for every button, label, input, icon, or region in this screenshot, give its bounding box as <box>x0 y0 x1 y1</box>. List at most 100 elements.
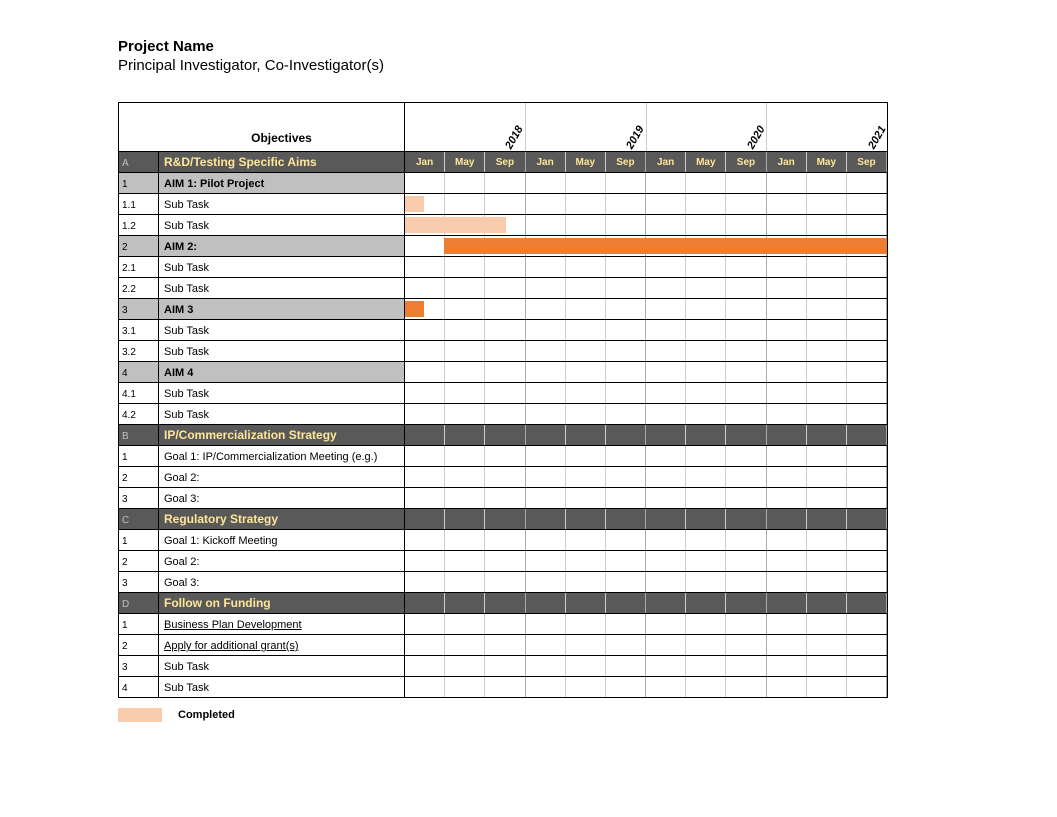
month-cell <box>526 383 566 403</box>
header-years-row: Objectives2018201920202021 <box>119 103 887 151</box>
month-cell <box>726 509 766 529</box>
month-cell <box>686 173 726 193</box>
month-cell <box>445 488 485 508</box>
month-cell <box>646 677 686 697</box>
month-cell <box>566 509 606 529</box>
month-cell <box>405 467 445 487</box>
month-cell <box>405 593 445 613</box>
objectives-header: Objectives <box>159 128 404 151</box>
row-label: Goal 2: <box>159 551 404 571</box>
year-cell: 2019 <box>526 103 647 151</box>
gantt-row: 3.1Sub Task <box>119 319 887 340</box>
month-cell <box>686 467 726 487</box>
gantt-row: 3.2Sub Task <box>119 340 887 361</box>
month-cell <box>807 383 847 403</box>
row-label: Sub Task <box>159 383 404 403</box>
month-cell <box>767 215 807 235</box>
gantt-row: 1.1Sub Task <box>119 193 887 214</box>
month-cell <box>686 320 726 340</box>
month-cell <box>807 446 847 466</box>
month-cell <box>526 593 566 613</box>
month-cell <box>485 446 525 466</box>
month-cell <box>566 593 606 613</box>
month-cell <box>807 404 847 424</box>
month-cell <box>726 530 766 550</box>
gantt-row: 1Business Plan Development <box>119 613 887 634</box>
month-cell <box>566 383 606 403</box>
month-cell: Sep <box>726 152 766 172</box>
row-label: Sub Task <box>159 278 404 298</box>
gantt-row: 4.2Sub Task <box>119 403 887 424</box>
month-cell <box>646 404 686 424</box>
month-cell <box>445 635 485 655</box>
gantt-bar <box>405 301 424 317</box>
month-cell: Jan <box>405 152 445 172</box>
month-cell <box>485 530 525 550</box>
month-cell <box>686 551 726 571</box>
month-cell <box>726 677 766 697</box>
month-cell <box>847 299 887 319</box>
month-cell <box>807 362 847 382</box>
month-cell <box>566 362 606 382</box>
month-cell: Jan <box>526 152 566 172</box>
year-cell: 2021 <box>767 103 887 151</box>
month-cell <box>566 614 606 634</box>
month-cell <box>686 488 726 508</box>
month-cell <box>686 425 726 445</box>
month-cell <box>807 215 847 235</box>
month-cell <box>405 404 445 424</box>
row-id: 1 <box>119 530 159 550</box>
month-cell <box>606 173 646 193</box>
month-cell <box>847 341 887 361</box>
month-cell <box>485 320 525 340</box>
month-cell <box>405 446 445 466</box>
month-cell <box>405 488 445 508</box>
gantt-row: 1Goal 1: Kickoff Meeting <box>119 529 887 550</box>
month-cell <box>807 488 847 508</box>
gantt-row: 1Goal 1: IP/Commercialization Meeting (e… <box>119 445 887 466</box>
row-id: 3.2 <box>119 341 159 361</box>
month-cell <box>526 677 566 697</box>
row-label: Sub Task <box>159 194 404 214</box>
month-cell <box>847 194 887 214</box>
month-cell <box>566 320 606 340</box>
month-cell <box>686 194 726 214</box>
month-cell <box>646 635 686 655</box>
month-cell <box>445 383 485 403</box>
month-cell <box>807 593 847 613</box>
month-cell <box>686 299 726 319</box>
month-cell <box>767 677 807 697</box>
month-cell <box>767 173 807 193</box>
month-cell <box>405 173 445 193</box>
month-cell <box>726 593 766 613</box>
row-id: 4.1 <box>119 383 159 403</box>
row-id: 4 <box>119 362 159 382</box>
month-cell <box>526 530 566 550</box>
month-cell <box>767 320 807 340</box>
month-cell <box>445 341 485 361</box>
month-cell <box>646 173 686 193</box>
month-cell <box>646 446 686 466</box>
month-cell <box>526 173 566 193</box>
month-cell <box>686 593 726 613</box>
row-id: 2.1 <box>119 257 159 277</box>
month-cell <box>566 572 606 592</box>
row-id: 1 <box>119 614 159 634</box>
month-cell <box>606 656 646 676</box>
row-label: Apply for additional grant(s) <box>159 635 404 655</box>
month-cell <box>807 467 847 487</box>
month-cell <box>767 572 807 592</box>
month-cell <box>606 320 646 340</box>
month-cell <box>606 488 646 508</box>
row-label: Sub Task <box>159 404 404 424</box>
month-cell <box>566 194 606 214</box>
month-cell <box>526 509 566 529</box>
month-cell <box>646 341 686 361</box>
month-cell <box>807 551 847 571</box>
month-cell <box>767 509 807 529</box>
month-cell <box>726 635 766 655</box>
month-cell <box>405 425 445 445</box>
gantt-row: 2Goal 2: <box>119 550 887 571</box>
row-id: 3 <box>119 488 159 508</box>
month-cell <box>606 446 646 466</box>
